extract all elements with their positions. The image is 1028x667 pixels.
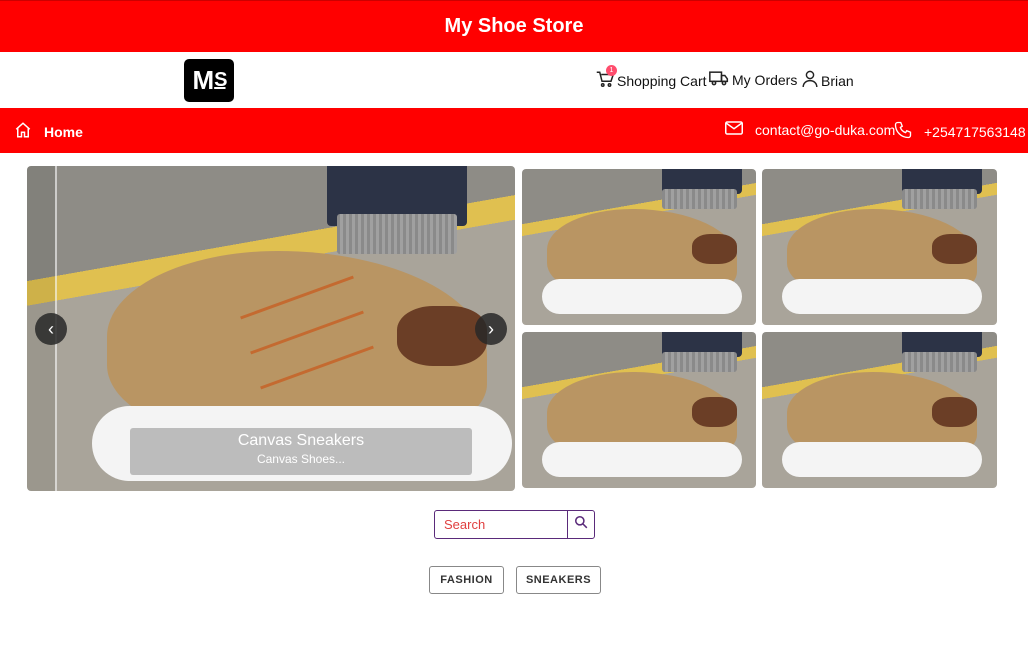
home-label: Home [44, 123, 83, 140]
user-icon [802, 70, 821, 91]
photo-jeans-cuff [662, 189, 737, 209]
search-button[interactable] [568, 511, 594, 538]
photo-jeans-cuff [662, 352, 737, 372]
search-input[interactable] [435, 511, 568, 538]
user-name-label: Brian [821, 72, 854, 89]
product-thumbnail[interactable] [522, 169, 756, 325]
store-title: My Shoe Store [444, 15, 584, 37]
product-thumbnail[interactable] [762, 332, 997, 488]
photo-shoe-sole [782, 279, 982, 314]
carousel-caption: Canvas Sneakers Canvas Shoes... [130, 428, 472, 475]
product-thumbnail[interactable] [522, 332, 756, 488]
hero-carousel[interactable]: ‹ › Canvas Sneakers Canvas Shoes... [27, 166, 515, 491]
email-contact-link[interactable]: contact@go-duka.com [725, 121, 895, 138]
logo-letter-m: M [192, 65, 214, 95]
category-fashion-button[interactable]: FASHION [429, 566, 504, 594]
category-sneakers-button[interactable]: SNEAKERS [516, 566, 601, 594]
top-banner: My Shoe Store [0, 0, 1028, 52]
photo-shoe-sole [542, 279, 742, 314]
search-icon [574, 515, 588, 534]
photo-jeans-cuff [902, 352, 977, 372]
my-orders-link[interactable]: My Orders [709, 70, 797, 89]
shopping-cart-link[interactable]: 1 Shopping Cart [596, 65, 707, 91]
my-orders-label: My Orders [732, 71, 798, 88]
chevron-right-icon: › [488, 318, 494, 339]
nav-bar: Home contact@go-duka.com +254717563148 [0, 108, 1028, 153]
email-address: contact@go-duka.com [755, 121, 896, 138]
photo-shoe-sole [542, 442, 742, 477]
carousel-prev-button[interactable]: ‹ [35, 313, 67, 345]
shopping-cart-label: Shopping Cart [617, 72, 707, 89]
caption-title: Canvas Sneakers [237, 432, 365, 449]
photo-shoe-heel [932, 397, 977, 427]
chevron-left-icon: ‹ [48, 318, 54, 339]
caption-subtitle: Canvas Shoes... [256, 452, 346, 466]
truck-icon [709, 70, 732, 89]
photo-jeans-cuff [902, 189, 977, 209]
photo-shoe-heel [932, 234, 977, 264]
product-thumbnail[interactable] [762, 169, 997, 325]
logo-letter-s: S [214, 69, 227, 91]
carousel-next-button[interactable]: › [475, 313, 507, 345]
search-box [434, 510, 595, 539]
home-icon [14, 121, 44, 142]
phone-contact-link[interactable]: +254717563148 [894, 121, 1026, 142]
photo-shoe-sole [782, 442, 982, 477]
envelope-icon [725, 121, 755, 138]
cart-icon: 1 [596, 65, 617, 91]
photo-shoe-heel [692, 234, 737, 264]
photo-jeans-cuff [337, 214, 457, 254]
header: MS 1 Shopping Cart My Orders Brian [0, 52, 1028, 108]
photo-shoe-heel [397, 306, 487, 366]
photo-shoe-heel [692, 397, 737, 427]
user-account-link[interactable]: Brian [802, 70, 854, 91]
home-link[interactable]: Home [14, 121, 83, 142]
cart-count-badge: 1 [606, 65, 617, 76]
phone-icon [894, 121, 924, 142]
store-logo[interactable]: MS [184, 59, 234, 102]
phone-number: +254717563148 [924, 123, 1026, 140]
